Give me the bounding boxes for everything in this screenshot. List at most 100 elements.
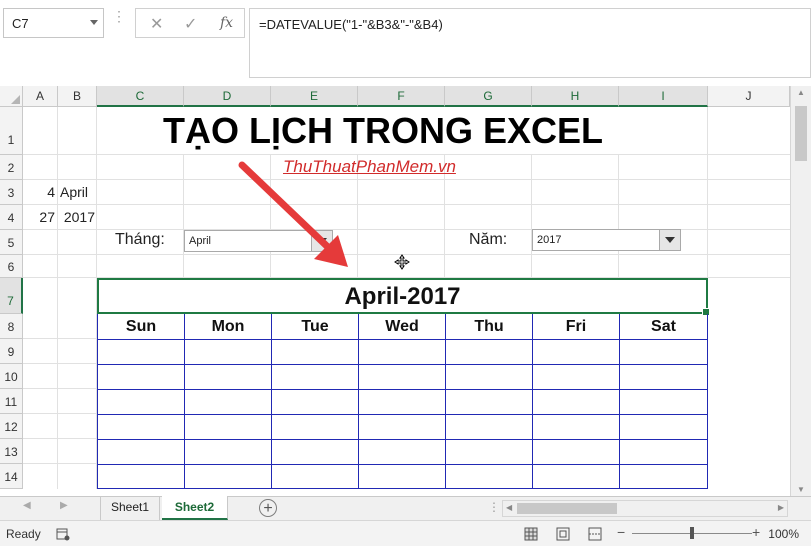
- zoom-out-icon[interactable]: −: [617, 524, 625, 540]
- cancel-icon[interactable]: ✕: [150, 14, 163, 34]
- scroll-up-icon[interactable]: ▲: [797, 88, 805, 97]
- gridline: [531, 155, 532, 278]
- column-header-h[interactable]: H: [532, 86, 619, 107]
- confirm-icon[interactable]: ✓: [184, 14, 197, 34]
- status-ready: Ready: [6, 527, 41, 541]
- cell-a3[interactable]: 4: [23, 180, 55, 205]
- row-header-6[interactable]: 6: [0, 255, 23, 278]
- prev-sheet-icon[interactable]: ◀: [23, 500, 31, 511]
- horizontal-scroll-thumb[interactable]: [517, 503, 617, 514]
- column-header-d[interactable]: D: [184, 86, 271, 107]
- calendar-border: [97, 414, 708, 415]
- gridline: [23, 363, 97, 364]
- gridline: [23, 179, 790, 180]
- column-header-c[interactable]: C: [97, 86, 184, 107]
- scroll-down-icon[interactable]: ▼: [797, 485, 805, 494]
- name-box[interactable]: C7: [3, 8, 104, 38]
- chevron-down-icon: [665, 237, 675, 243]
- cell-a4[interactable]: 27: [23, 205, 55, 230]
- normal-view-icon[interactable]: [524, 527, 538, 541]
- page-layout-view-icon[interactable]: [556, 527, 570, 541]
- row-header-14[interactable]: 14: [0, 464, 23, 489]
- tab-sheet1[interactable]: Sheet1: [100, 496, 160, 520]
- month-label: Tháng:: [115, 231, 165, 248]
- year-dropdown-button[interactable]: [659, 230, 680, 250]
- zoom-slider-thumb[interactable]: [690, 527, 694, 539]
- day-header-sat: Sat: [651, 318, 676, 335]
- gridline: [23, 413, 97, 414]
- year-dropdown-value: 2017: [537, 234, 562, 246]
- calendar-border: [445, 314, 446, 489]
- gridline: [23, 338, 97, 339]
- day-header-wed: Wed: [385, 318, 419, 335]
- column-header-i[interactable]: I: [619, 86, 708, 107]
- tab-sheet2[interactable]: Sheet2: [162, 496, 228, 520]
- calendar-border: [97, 439, 708, 440]
- cell-b4[interactable]: 2017: [58, 205, 95, 230]
- calendar-border: [97, 364, 708, 365]
- zoom-level[interactable]: 100%: [768, 527, 799, 541]
- calendar-border: [97, 464, 708, 465]
- formula-text: =DATEVALUE("1-"&B3&"-"&B4): [259, 17, 443, 32]
- tab-split-handle-icon[interactable]: ⋮: [488, 500, 500, 514]
- gridline: [23, 463, 97, 464]
- chevron-down-icon[interactable]: [90, 20, 98, 25]
- next-sheet-icon[interactable]: ▶: [60, 500, 68, 511]
- cell-b3[interactable]: April: [60, 180, 96, 205]
- gridline: [23, 438, 97, 439]
- scroll-right-icon[interactable]: ▶: [778, 503, 784, 512]
- move-cursor-icon: [394, 254, 410, 270]
- row-header-7[interactable]: 7: [0, 278, 23, 314]
- month-dropdown-value: April: [189, 235, 212, 247]
- column-header-g[interactable]: G: [445, 86, 532, 107]
- column-header-a[interactable]: A: [23, 86, 58, 107]
- row-header-8[interactable]: 8: [0, 314, 23, 339]
- select-all-button[interactable]: [0, 86, 23, 107]
- year-label: Năm:: [469, 231, 508, 248]
- year-dropdown[interactable]: 2017: [532, 229, 681, 251]
- row-header-13[interactable]: 13: [0, 439, 23, 464]
- day-header-tue: Tue: [301, 318, 329, 335]
- more-options-icon[interactable]: ⋮: [112, 9, 126, 23]
- calendar-title: TẠO LỊCH TRONG EXCEL: [163, 110, 603, 151]
- macro-record-icon[interactable]: [56, 527, 70, 541]
- calendar-border: [532, 314, 533, 489]
- row-header-2[interactable]: 2: [0, 155, 23, 180]
- vertical-scrollbar[interactable]: ▲ ▼: [790, 86, 811, 496]
- row-header-9[interactable]: 9: [0, 339, 23, 364]
- row-header-1[interactable]: 1: [0, 107, 23, 155]
- formula-input[interactable]: =DATEVALUE("1-"&B3&"-"&B4): [249, 8, 811, 78]
- zoom-in-icon[interactable]: +: [752, 524, 760, 540]
- formula-actions: ✕ ✓ fx: [135, 8, 245, 38]
- vertical-scroll-thumb[interactable]: [795, 106, 807, 161]
- calendar-border: [271, 314, 272, 489]
- gridline: [23, 388, 97, 389]
- horizontal-scrollbar[interactable]: ◀ ▶: [502, 500, 788, 517]
- column-header-e[interactable]: E: [271, 86, 358, 107]
- row-header-3[interactable]: 3: [0, 180, 23, 205]
- day-header-fri: Fri: [565, 318, 587, 335]
- calendar-border: [97, 488, 708, 489]
- calendar-border: [707, 314, 708, 489]
- gridline: [57, 107, 58, 489]
- column-header-f[interactable]: F: [358, 86, 445, 107]
- insert-function-icon[interactable]: fx: [220, 15, 233, 31]
- scroll-left-icon[interactable]: ◀: [506, 503, 512, 512]
- calendar-border: [97, 339, 708, 340]
- column-header-b[interactable]: B: [58, 86, 97, 107]
- calendar-border: [619, 314, 620, 489]
- column-header-j[interactable]: J: [708, 86, 790, 107]
- name-box-value: C7: [12, 16, 29, 31]
- row-header-10[interactable]: 10: [0, 364, 23, 389]
- row-header-4[interactable]: 4: [0, 205, 23, 230]
- row-header-11[interactable]: 11: [0, 389, 23, 414]
- add-sheet-icon[interactable]: +: [259, 499, 277, 517]
- calendar-border: [358, 314, 359, 489]
- status-bar: Ready − + 100%: [0, 520, 811, 546]
- row-header-12[interactable]: 12: [0, 414, 23, 439]
- day-header-sun: Sun: [125, 318, 157, 335]
- row-header-5[interactable]: 5: [0, 230, 23, 255]
- page-break-view-icon[interactable]: [588, 527, 602, 541]
- calendar-month-header-text: April-2017: [344, 283, 461, 310]
- calendar-month-header[interactable]: April-2017: [97, 278, 710, 316]
